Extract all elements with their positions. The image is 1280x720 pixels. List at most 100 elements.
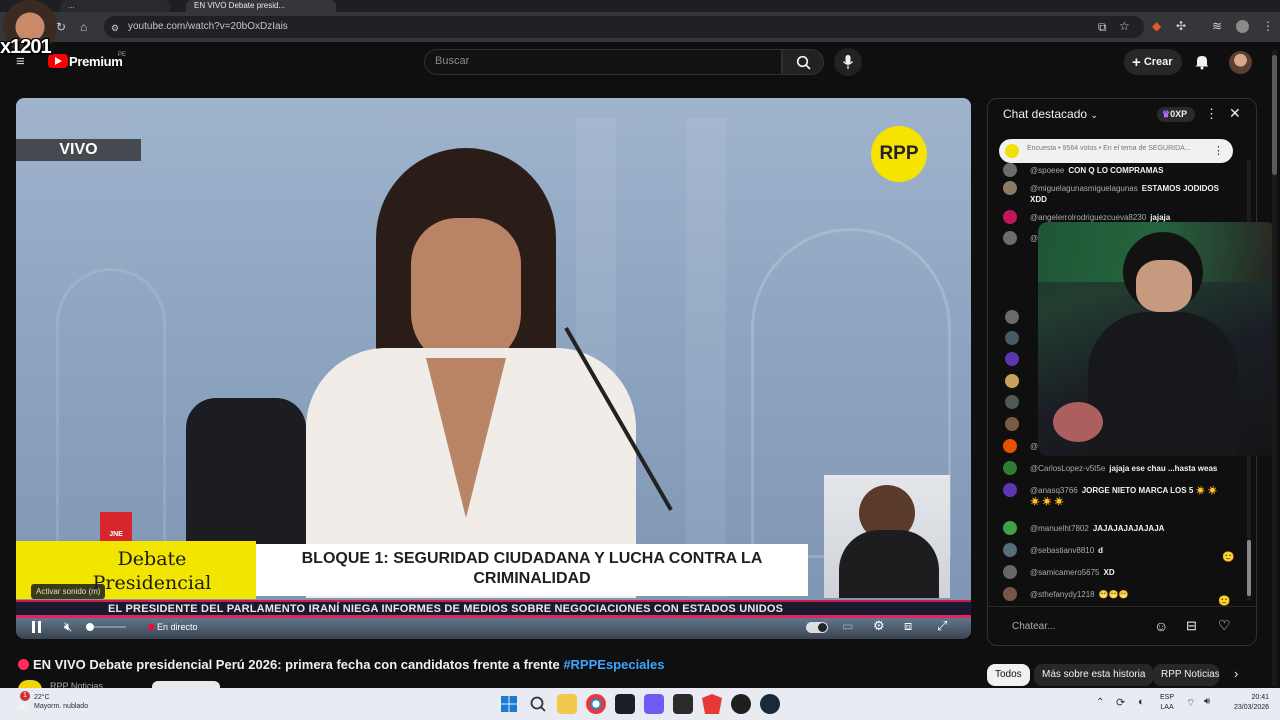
live-indicator-label[interactable]: En directo	[157, 622, 198, 632]
avatar[interactable]	[1005, 395, 1019, 409]
notifications-bell-icon[interactable]	[1194, 53, 1210, 70]
input-language-indicator[interactable]: ESP LAA	[1160, 693, 1174, 713]
chat-username[interactable]: @anasq3766	[1030, 486, 1078, 495]
tray-app-icon[interactable]: ◐	[1138, 696, 1145, 708]
subtitles-icon[interactable]: ▭	[842, 619, 853, 633]
discord-icon[interactable]	[644, 694, 664, 714]
subscribe-button[interactable]	[152, 681, 220, 688]
clock-date: 23/03/2026	[1234, 704, 1270, 711]
chip-channel[interactable]: RPP Noticias	[1153, 664, 1219, 686]
browser-tab-active[interactable]: EN VIVO Debate presid...	[186, 0, 336, 12]
chat-mode-dropdown[interactable]: Chat destacado ⌄	[1003, 107, 1098, 121]
avatar[interactable]	[1003, 543, 1017, 557]
terminal-icon[interactable]	[615, 694, 635, 714]
chat-username[interactable]: @manuelht7802	[1030, 524, 1089, 533]
progress-bar[interactable]	[16, 615, 971, 618]
avatar[interactable]	[1003, 231, 1017, 245]
search-input[interactable]	[424, 49, 782, 75]
search-button[interactable]	[782, 49, 824, 75]
chip-more-story[interactable]: Más sobre esta historia	[1034, 664, 1154, 686]
emoji-picker-icon[interactable]: ☺	[1154, 618, 1168, 634]
chat-username[interactable]: @samicamero5675	[1030, 568, 1099, 577]
super-chat-icon[interactable]: ⊟	[1186, 618, 1197, 634]
avatar[interactable]	[1003, 521, 1017, 535]
tray-app-icon[interactable]: ⟳	[1116, 696, 1125, 709]
chat-username[interactable]: @miguelagunasmiguelagunas	[1030, 184, 1138, 193]
avatar[interactable]	[1003, 163, 1017, 177]
account-avatar[interactable]	[1229, 51, 1252, 74]
youtube-premium-wordmark[interactable]: Premium	[69, 54, 123, 69]
rpp-logo: RPP	[871, 126, 927, 182]
file-explorer-icon[interactable]	[557, 694, 577, 714]
chat-username[interactable]: @spoeee	[1030, 166, 1064, 175]
avatar[interactable]	[1005, 374, 1019, 388]
start-windows-icon[interactable]	[499, 694, 519, 714]
site-info-icon[interactable]: ⚙	[111, 21, 119, 35]
chat-text: XD	[1103, 568, 1115, 577]
bookmark-star-icon[interactable]: ☆	[1119, 19, 1130, 33]
taskbar-search-icon[interactable]	[528, 694, 548, 714]
install-app-icon[interactable]: ⧉	[1098, 20, 1107, 34]
system-tray-chevron-icon[interactable]: ⌃	[1096, 697, 1104, 708]
extensions-puzzle-icon[interactable]: ✣	[1176, 19, 1186, 33]
browser-tab[interactable]: ...	[60, 0, 170, 12]
avatar[interactable]	[1003, 565, 1017, 579]
app-icon[interactable]	[731, 694, 751, 714]
chat-input[interactable]: Chatear...	[1003, 614, 1145, 640]
clock-time: 20:41	[1251, 694, 1270, 701]
steam-icon[interactable]	[760, 694, 780, 714]
avatar[interactable]	[1003, 210, 1017, 224]
muted-volume-icon[interactable]: 🔇︎	[64, 619, 72, 635]
chat-scrollbar-thumb[interactable]	[1247, 540, 1251, 596]
chevron-right-icon[interactable]: ›	[1234, 666, 1238, 681]
url-text[interactable]: youtube.com/watch?v=20bOxDzIais	[128, 21, 288, 32]
avatar[interactable]	[1003, 439, 1017, 453]
miniplayer-icon[interactable]: ⧈	[904, 618, 912, 634]
chat-text: jajaja	[1150, 213, 1171, 222]
chat-username[interactable]: @CarlosLopez-v5t5e	[1030, 464, 1105, 473]
tab-search-icon[interactable]: ≋	[1212, 19, 1222, 33]
system-clock[interactable]: 20:41 23/03/2026	[1234, 693, 1269, 713]
avatar[interactable]	[1003, 181, 1017, 195]
close-chat-icon[interactable]: ✕	[1229, 105, 1241, 122]
browser-menu-icon[interactable]: ⋮	[1262, 19, 1274, 33]
points-badge[interactable]: ♛0XP	[1157, 107, 1195, 122]
hashtag-link[interactable]: #RPPEspeciales	[563, 657, 664, 672]
avatar[interactable]	[1005, 352, 1019, 366]
volume-icon[interactable]: 🔊︎	[1204, 696, 1210, 707]
chrome-icon[interactable]	[586, 694, 606, 714]
avatar[interactable]	[1005, 310, 1019, 324]
create-button[interactable]: + Crear	[1124, 49, 1182, 75]
avatar[interactable]	[1005, 331, 1019, 345]
weather-widget[interactable]: 22°C Mayorm. nublado	[34, 693, 88, 711]
autoplay-toggle[interactable]	[806, 622, 828, 633]
network-icon[interactable]: ⌔	[1186, 697, 1195, 710]
settings-gear-icon[interactable]: ⚙	[873, 618, 885, 634]
avatar[interactable]	[1003, 483, 1017, 497]
avatar[interactable]	[1003, 461, 1017, 475]
fullscreen-icon[interactable]: ⤢	[937, 618, 947, 634]
obs-icon[interactable]	[673, 694, 693, 714]
brave-icon[interactable]	[702, 694, 722, 714]
chip-all[interactable]: Todos	[987, 664, 1030, 686]
voice-search-button[interactable]	[834, 48, 862, 76]
poll-banner[interactable]: Encuesta • 9564 votos • En el tema de SE…	[999, 139, 1233, 163]
chat-username[interactable]: @sebastianv8810	[1030, 546, 1094, 555]
page-scrollbar-thumb[interactable]	[1272, 55, 1277, 175]
home-icon[interactable]: ⌂	[80, 20, 87, 34]
chat-more-options-icon[interactable]: ⋮	[1205, 106, 1218, 122]
avatar[interactable]	[1005, 417, 1019, 431]
chat-username[interactable]: @sthefanydy1218	[1030, 590, 1095, 599]
profile-avatar-icon[interactable]	[1236, 20, 1249, 33]
poll-options-icon[interactable]: ⋮	[1213, 144, 1224, 157]
channel-name[interactable]: RPP Noticias	[50, 681, 103, 688]
windows-taskbar	[0, 688, 1280, 720]
live-badge: VIVO	[16, 139, 141, 161]
volume-slider-handle[interactable]	[86, 623, 94, 631]
heart-icon[interactable]: ♡	[1218, 617, 1231, 634]
avatar[interactable]	[1003, 587, 1017, 601]
chat-username[interactable]: @angelerrolrodriguezcueva8230	[1030, 213, 1146, 222]
notification-badge: 1	[20, 691, 30, 701]
extension-icon[interactable]: ◆	[1152, 19, 1161, 33]
pause-button[interactable]	[32, 621, 42, 633]
